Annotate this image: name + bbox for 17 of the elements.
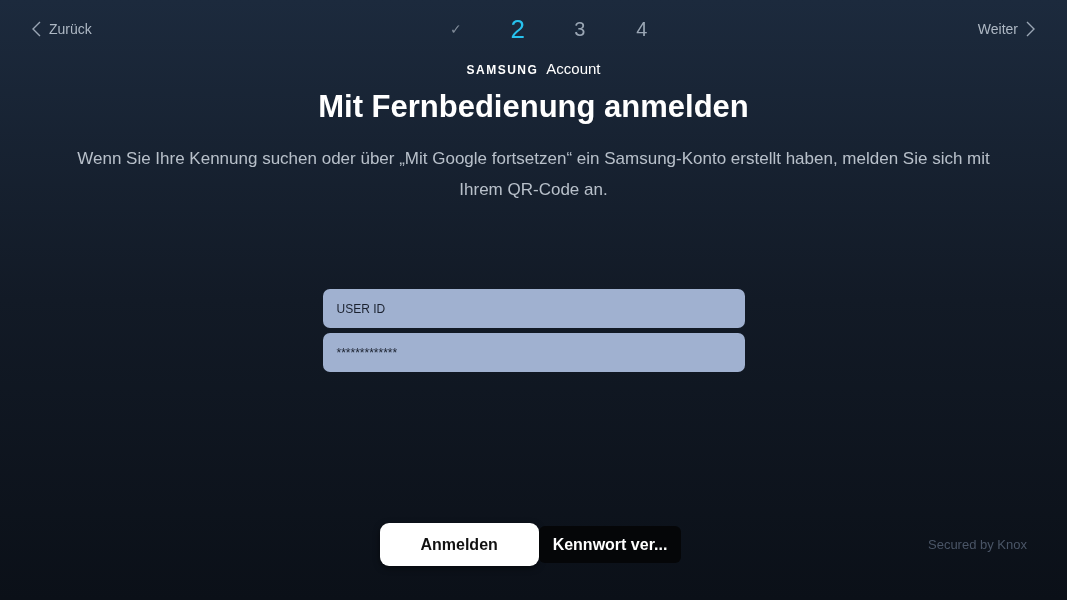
security-note: Secured by Knox	[928, 537, 1027, 552]
step-indicator: 4	[635, 17, 649, 41]
page-title: Mit Fernbedienung anmelden	[318, 89, 749, 125]
brand-name: Account	[546, 60, 601, 77]
input-field[interactable]: USER ID	[322, 289, 745, 328]
forgot-password-button[interactable]: Kennwort ver...	[538, 526, 682, 563]
chevron-left-icon	[32, 21, 41, 37]
description: Wenn Sie Ihre Kennung suchen oder über „Mit Google fortsetzen“ ein Samsung-Konto erstellt haben, melden Sie sich mit Ihrem QR-Code an.	[76, 148, 991, 201]
step-indicator: ✓	[448, 21, 463, 37]
back-link[interactable]: Zurück	[32, 21, 92, 37]
sign-in-button[interactable]: Anmelden	[379, 523, 539, 566]
step-indicator: 2	[509, 13, 527, 45]
brand-logo: SAMSUNG	[466, 63, 539, 77]
input-field[interactable]: *************	[322, 333, 745, 372]
chevron-right-icon	[1026, 21, 1035, 37]
step-indicator: 3	[573, 17, 587, 41]
next-link[interactable]: Weiter	[977, 21, 1035, 37]
